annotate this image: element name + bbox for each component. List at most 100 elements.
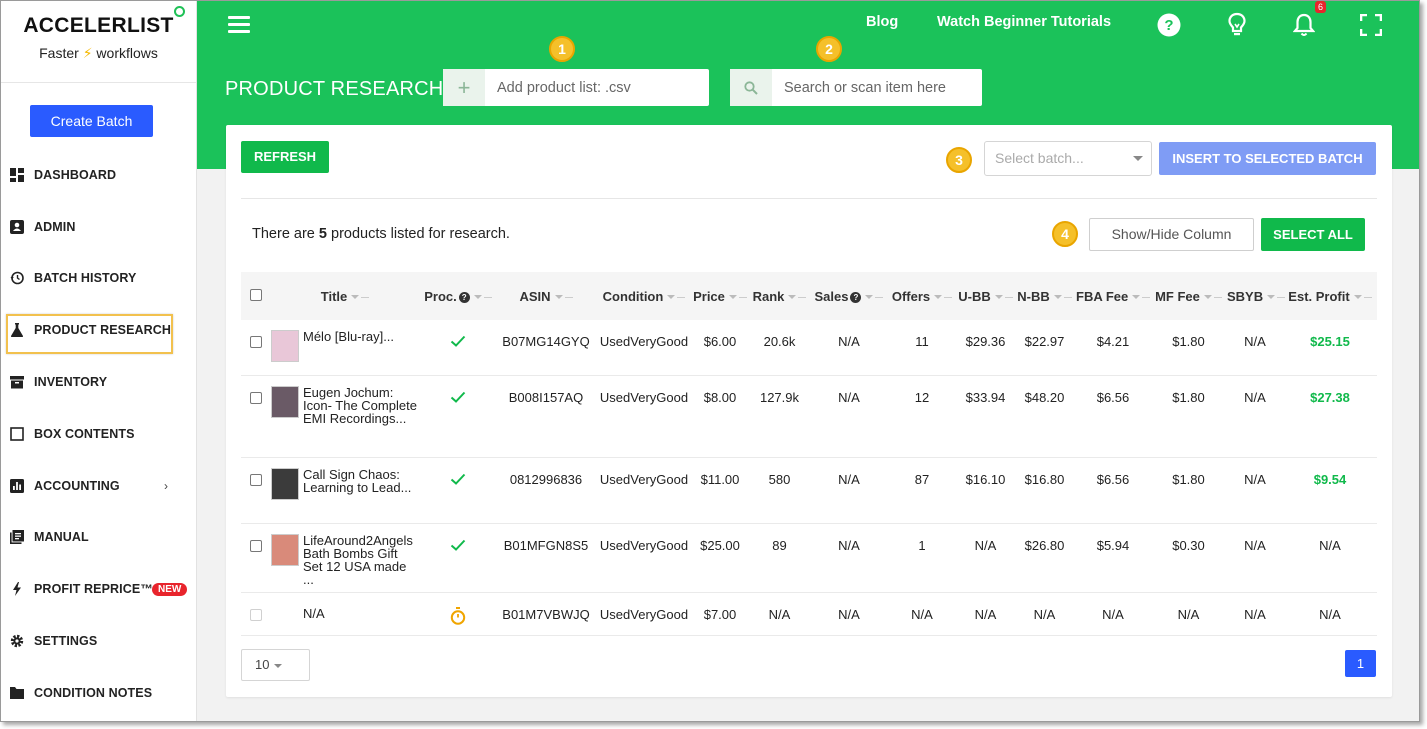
help-icon: ? bbox=[458, 291, 470, 303]
select-batch-placeholder: Select batch... bbox=[995, 150, 1084, 166]
sidebar-item-settings[interactable]: SETTINGS bbox=[1, 615, 197, 667]
lightbulb-icon[interactable] bbox=[1224, 12, 1250, 38]
checkmark-icon bbox=[450, 390, 466, 407]
row-checkbox-cell bbox=[241, 375, 271, 457]
select-all-checkbox-cell bbox=[241, 272, 271, 320]
row-checkbox[interactable] bbox=[250, 391, 262, 404]
sidebar-item-condition-notes[interactable]: CONDITION NOTES bbox=[1, 667, 197, 719]
title-cell: N/A bbox=[271, 592, 419, 635]
column-header-condition[interactable]: Condition bbox=[595, 272, 693, 320]
insert-to-batch-button[interactable]: INSERT TO SELECTED BATCH bbox=[1159, 142, 1376, 175]
sidebar-item-accounting[interactable]: ACCOUNTING › bbox=[1, 460, 197, 512]
row-checkbox[interactable] bbox=[250, 608, 262, 621]
show-hide-column-button[interactable]: Show/Hide Column bbox=[1089, 218, 1254, 251]
table-row[interactable]: Mélo [Blu-ray]... B07MG14GYQ UsedVeryGood $… bbox=[241, 320, 1377, 375]
column-header-asin[interactable]: ASIN bbox=[497, 272, 595, 320]
create-batch-button[interactable]: Create Batch bbox=[30, 105, 153, 137]
row-checkbox[interactable] bbox=[250, 539, 262, 552]
select-all-button[interactable]: SELECT ALL bbox=[1261, 218, 1365, 251]
sidebar-item-inventory[interactable]: INVENTORY bbox=[1, 356, 197, 408]
sidebar-item-batch-history[interactable]: BATCH HISTORY bbox=[1, 253, 197, 305]
plus-icon[interactable]: + bbox=[443, 69, 485, 106]
column-header-rank[interactable]: Rank bbox=[747, 272, 812, 320]
tutorials-link[interactable]: Watch Beginner Tutorials bbox=[937, 14, 1111, 30]
page-1-button[interactable]: 1 bbox=[1345, 650, 1376, 677]
title-cell: Mélo [Blu-ray]... bbox=[271, 320, 419, 375]
bolt-icon: ⚡ bbox=[82, 45, 93, 61]
summary-text: There are bbox=[252, 226, 319, 242]
rows-per-page-select[interactable]: 10 bbox=[241, 649, 310, 681]
offers-cell: 1 bbox=[918, 537, 926, 553]
sidebar-item-box-contents[interactable]: BOX CONTENTS bbox=[1, 408, 197, 460]
table-row[interactable]: N/A B01M7VBWJQ UsedVeryGood $7.00 N/A N/A N/A N… bbox=[241, 592, 1377, 635]
column-header-fba-fee[interactable]: FBA Fee bbox=[1076, 272, 1151, 320]
product-thumbnail bbox=[271, 385, 299, 418]
search-input[interactable]: Search or scan item here bbox=[730, 69, 982, 106]
menu-icon[interactable] bbox=[228, 16, 250, 34]
sidebar-item-admin[interactable]: ADMIN bbox=[1, 201, 197, 253]
table-row[interactable]: Call Sign Chaos: Learning to Lead... 0812… bbox=[241, 457, 1377, 523]
sidebar-item-profit-reprice[interactable]: PROFIT REPRICE™ NEW bbox=[1, 563, 197, 615]
product-title[interactable]: Eugen Jochum: Icon- The Complete EMI Rec… bbox=[303, 386, 419, 425]
column-header-u-bb[interactable]: U-BB bbox=[958, 272, 1013, 320]
sidebar-item-label: ADMIN bbox=[34, 219, 76, 234]
proc-status-cell bbox=[419, 457, 497, 523]
column-header-title[interactable]: Title bbox=[271, 272, 419, 320]
notes-icon bbox=[10, 686, 24, 700]
table-row[interactable]: Eugen Jochum: Icon- The Complete EMI Rec… bbox=[241, 375, 1377, 457]
sidebar-item-manual[interactable]: MANUAL bbox=[1, 512, 197, 564]
step-marker-1: 1 bbox=[549, 36, 575, 62]
active-highlight bbox=[6, 314, 173, 355]
u-bb-cell: N/A bbox=[974, 537, 997, 553]
row-checkbox-cell bbox=[241, 592, 271, 635]
column-header-price[interactable]: Price bbox=[693, 272, 747, 320]
select-batch-dropdown[interactable]: Select batch... bbox=[984, 141, 1152, 176]
bell-icon[interactable] bbox=[1291, 12, 1317, 38]
product-title[interactable]: N/A bbox=[303, 603, 325, 620]
sales-cell: N/A bbox=[838, 334, 860, 349]
sidebar-item-label: BOX CONTENTS bbox=[34, 426, 135, 441]
proc-status-cell bbox=[419, 523, 497, 592]
research-table: Title Proc.? ASIN Condition Price Rank S… bbox=[241, 272, 1377, 636]
u-bb-cell: $16.10 bbox=[965, 471, 1006, 487]
u-bb-cell: $33.94 bbox=[965, 389, 1006, 405]
fullscreen-icon[interactable] bbox=[1358, 12, 1384, 38]
row-checkbox[interactable] bbox=[250, 336, 262, 348]
help-icon[interactable]: ? bbox=[1156, 12, 1182, 38]
column-header-proc[interactable]: Proc.? bbox=[419, 272, 497, 320]
sidebar-item-product-research[interactable]: PRODUCT RESEARCH bbox=[1, 304, 197, 356]
column-header-est-profit[interactable]: Est. Profit bbox=[1283, 272, 1377, 320]
est-profit-cell: $27.38 bbox=[1310, 389, 1350, 405]
column-header-sales[interactable]: Sales? bbox=[812, 272, 886, 320]
product-title[interactable]: Mélo [Blu-ray]... bbox=[303, 330, 394, 343]
sbyb-cell: N/A bbox=[1244, 537, 1266, 553]
fba-fee-cell: $5.94 bbox=[1096, 537, 1130, 553]
table-row[interactable]: LifeAround2Angels Bath Bombs Gift Set 12… bbox=[241, 523, 1377, 592]
row-checkbox[interactable] bbox=[250, 473, 262, 486]
add-product-list-input[interactable]: + Add product list: .csv bbox=[443, 69, 709, 106]
table-header-row: Title Proc.? ASIN Condition Price Rank S… bbox=[241, 272, 1377, 320]
header-checkbox[interactable] bbox=[250, 288, 262, 301]
chart-icon bbox=[10, 478, 24, 493]
column-header-sbyb[interactable]: SBYB bbox=[1227, 272, 1286, 320]
proc-status-cell bbox=[419, 320, 497, 375]
column-header-mf-fee[interactable]: MF Fee bbox=[1150, 272, 1227, 320]
mf-fee-cell: $0.30 bbox=[1172, 537, 1205, 553]
refresh-button[interactable]: REFRESH bbox=[241, 141, 329, 173]
column-header-offers[interactable]: Offers bbox=[886, 272, 958, 320]
mf-fee-cell: $1.80 bbox=[1172, 389, 1205, 405]
sidebar-item-dashboard[interactable]: DASHBOARD bbox=[1, 149, 197, 201]
research-summary: There are 5 products listed for research… bbox=[252, 226, 510, 242]
app-window: ACCELERLIST Faster ⚡ workflows Create Ba… bbox=[0, 0, 1420, 722]
est-profit-cell: $9.54 bbox=[1313, 471, 1347, 487]
column-header-n-bb[interactable]: N-BB bbox=[1013, 272, 1076, 320]
mf-fee-cell: $1.80 bbox=[1172, 334, 1205, 349]
caret-down-icon bbox=[1133, 156, 1143, 161]
stopwatch-icon bbox=[450, 606, 466, 628]
blog-link[interactable]: Blog bbox=[866, 14, 898, 30]
title-cell: LifeAround2Angels Bath Bombs Gift Set 12… bbox=[271, 523, 419, 592]
product-title[interactable]: Call Sign Chaos: Learning to Lead... bbox=[303, 468, 419, 494]
search-icon[interactable] bbox=[730, 69, 772, 106]
product-title[interactable]: LifeAround2Angels Bath Bombs Gift Set 12… bbox=[303, 534, 419, 586]
step-marker-2: 2 bbox=[816, 36, 842, 62]
